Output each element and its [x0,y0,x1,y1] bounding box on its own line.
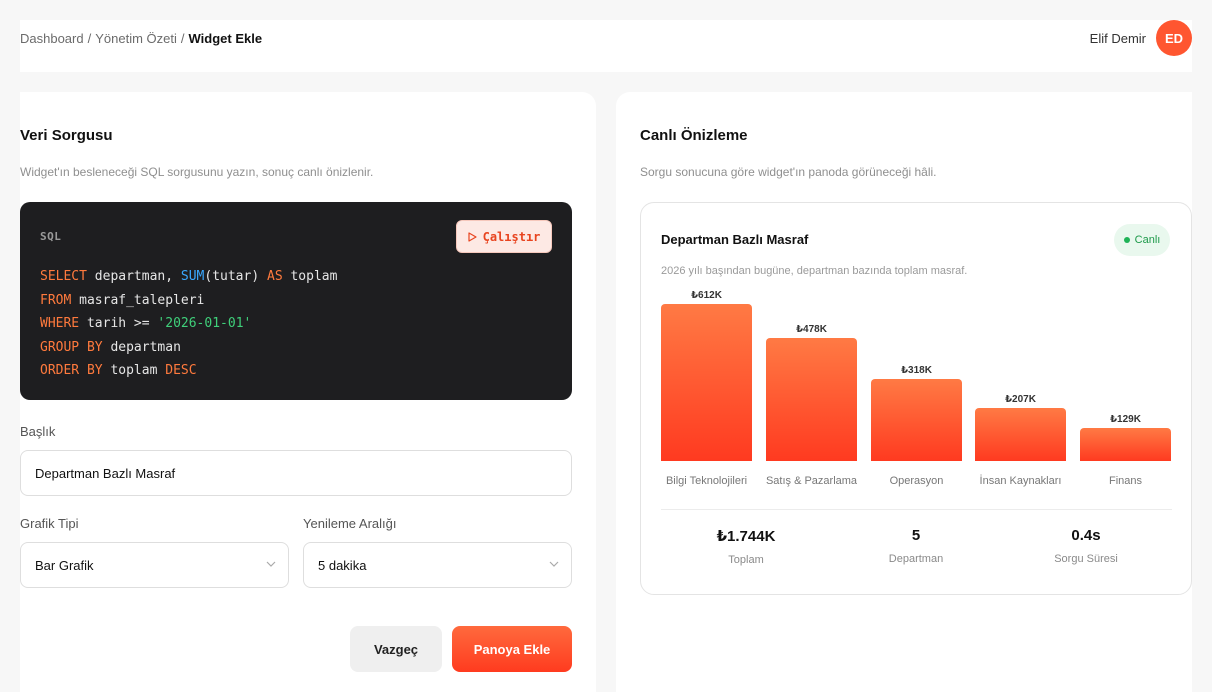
play-icon [467,231,477,242]
bar-value-label: ₺478K [796,324,827,335]
top-bar: Dashboard / Yönetim Özeti / Widget Ekle Elif… [20,20,1192,72]
status-badge: Canlı [1114,224,1170,256]
stat-query-time-value: 0.4s [1071,527,1101,544]
breadcrumb-yonetim-ozeti[interactable]: Yönetim Özeti [95,31,177,46]
stat-query-time-label: Sorgu Süresi [1054,553,1118,565]
code-token: '2026-01-01' [157,316,252,331]
chevron-down-icon [549,559,559,570]
stat-total-value: ₺1.744K [716,528,776,545]
bar-value-label: ₺129K [1110,414,1141,425]
refresh-interval-label: Yenileme Aralığı [303,516,397,531]
title-field-label: Başlık [20,424,56,439]
stat-total-label: Toplam [728,554,764,566]
code-token: AS [267,269,283,284]
code-token: WHERE [40,316,80,331]
add-to-dashboard-button[interactable]: Panoya Ekle [452,626,572,672]
sql-editor[interactable]: SQL Çalıştır SELECT departman, SUM(tutar… [20,202,572,400]
breadcrumb-separator: / [87,31,92,46]
bar-chart: ₺612K Bilgi Teknolojileri ₺478K Satış & Paz… [661,287,1173,501]
chart-type-label: Grafik Tipi [20,516,79,531]
category-label: Finans [1108,475,1143,487]
breadcrumb: Dashboard / Yönetim Özeti / Widget Ekle [20,31,262,46]
bar[interactable] [871,379,962,461]
title-input-value: Departman Bazlı Masraf [35,465,176,481]
code-token: ORDER BY [40,363,103,378]
code-token: SELECT [40,269,87,284]
bar[interactable] [1080,428,1171,461]
code-token: departman [102,339,181,355]
code-token: DESC [165,363,197,378]
user-menu[interactable]: Elif Demir ED [1090,20,1192,56]
query-panel: Veri Sorgusu Widget'ın besleneceği SQL s… [20,92,596,692]
bar-value-label: ₺318K [901,365,932,376]
query-panel-subtitle: Widget'ın besleneceği SQL sorgusunu yazı… [20,165,374,179]
breadcrumb-separator: / [180,31,185,46]
code-token: departman, [86,269,181,284]
bar[interactable] [661,304,752,461]
code-token: FROM [40,292,72,308]
chevron-down-icon [266,559,276,570]
code-line: GROUP BY departman [40,336,337,360]
bar[interactable] [766,338,857,461]
divider [661,509,1172,510]
code-token: (tutar) [204,269,267,284]
category-label: Bilgi Teknolojileri [665,475,748,487]
preview-panel: Canlı Önizleme Sorgu sonucuna göre widge… [616,92,1192,692]
stat-departments: 5 Departman [831,527,1001,565]
breadcrumb-current: Widget Ekle [188,31,263,46]
status-badge-label: Canlı [1134,234,1161,246]
refresh-interval-select[interactable]: 5 dakika [303,542,572,588]
editor-language-label: SQL [40,230,62,243]
stat-query-time: 0.4s Sorgu Süresi [1001,527,1171,565]
code-token: toplam [102,363,166,378]
category-label: İnsan Kaynakları [979,475,1062,487]
user-name: Elif Demir [1089,30,1146,46]
refresh-interval-value: 5 dakika [318,557,367,573]
preview-panel-subtitle: Sorgu sonucuna göre widget'ın panoda gör… [640,165,937,179]
query-panel-title: Veri Sorgusu [20,127,113,144]
avatar[interactable]: ED [1156,20,1192,56]
preview-panel-title: Canlı Önizleme [640,127,748,144]
chart-type-select[interactable]: Bar Grafik [20,542,289,588]
stat-departments-label: Departman [888,553,944,565]
live-dot-icon [1123,237,1130,243]
code-token: toplam [282,269,338,284]
code-token: tarih >= [79,316,158,331]
category-label: Operasyon [889,475,944,487]
code-line: FROM masraf_talepleri [40,289,337,313]
sql-code[interactable]: SELECT departman, SUM(tutar) AS toplam FR… [40,265,337,383]
code-line: SELECT departman, SUM(tutar) AS toplam [40,265,337,289]
code-token: masraf_talepleri [71,292,205,308]
widget-title: Departman Bazlı Masraf [661,232,809,247]
category-label: Satış & Pazarlama [765,475,858,487]
code-token: SUM [180,269,205,284]
title-input[interactable]: Departman Bazlı Masraf [20,450,572,496]
chart-type-value: Bar Grafik [35,557,94,573]
widget-subtitle: 2026 yılı başından bugüne, departman baz… [661,265,968,277]
code-token: GROUP BY [40,339,103,355]
code-line: WHERE tarih >= '2026-01-01' [40,312,337,336]
stat-departments-value: 5 [911,527,921,544]
run-query-label: Çalıştır [482,229,541,244]
bar[interactable] [975,408,1066,461]
breadcrumb-dashboard[interactable]: Dashboard [20,31,84,46]
bar-value-label: ₺612K [691,290,722,301]
code-line: ORDER BY toplam DESC [40,359,337,383]
run-query-button[interactable]: Çalıştır [456,220,552,253]
widget-preview-card: Departman Bazlı Masraf Canlı 2026 yılı b… [640,202,1192,595]
bar-value-label: ₺207K [1005,394,1036,405]
cancel-button[interactable]: Vazgeç [350,626,442,672]
stat-total: ₺1.744K Toplam [661,527,831,566]
